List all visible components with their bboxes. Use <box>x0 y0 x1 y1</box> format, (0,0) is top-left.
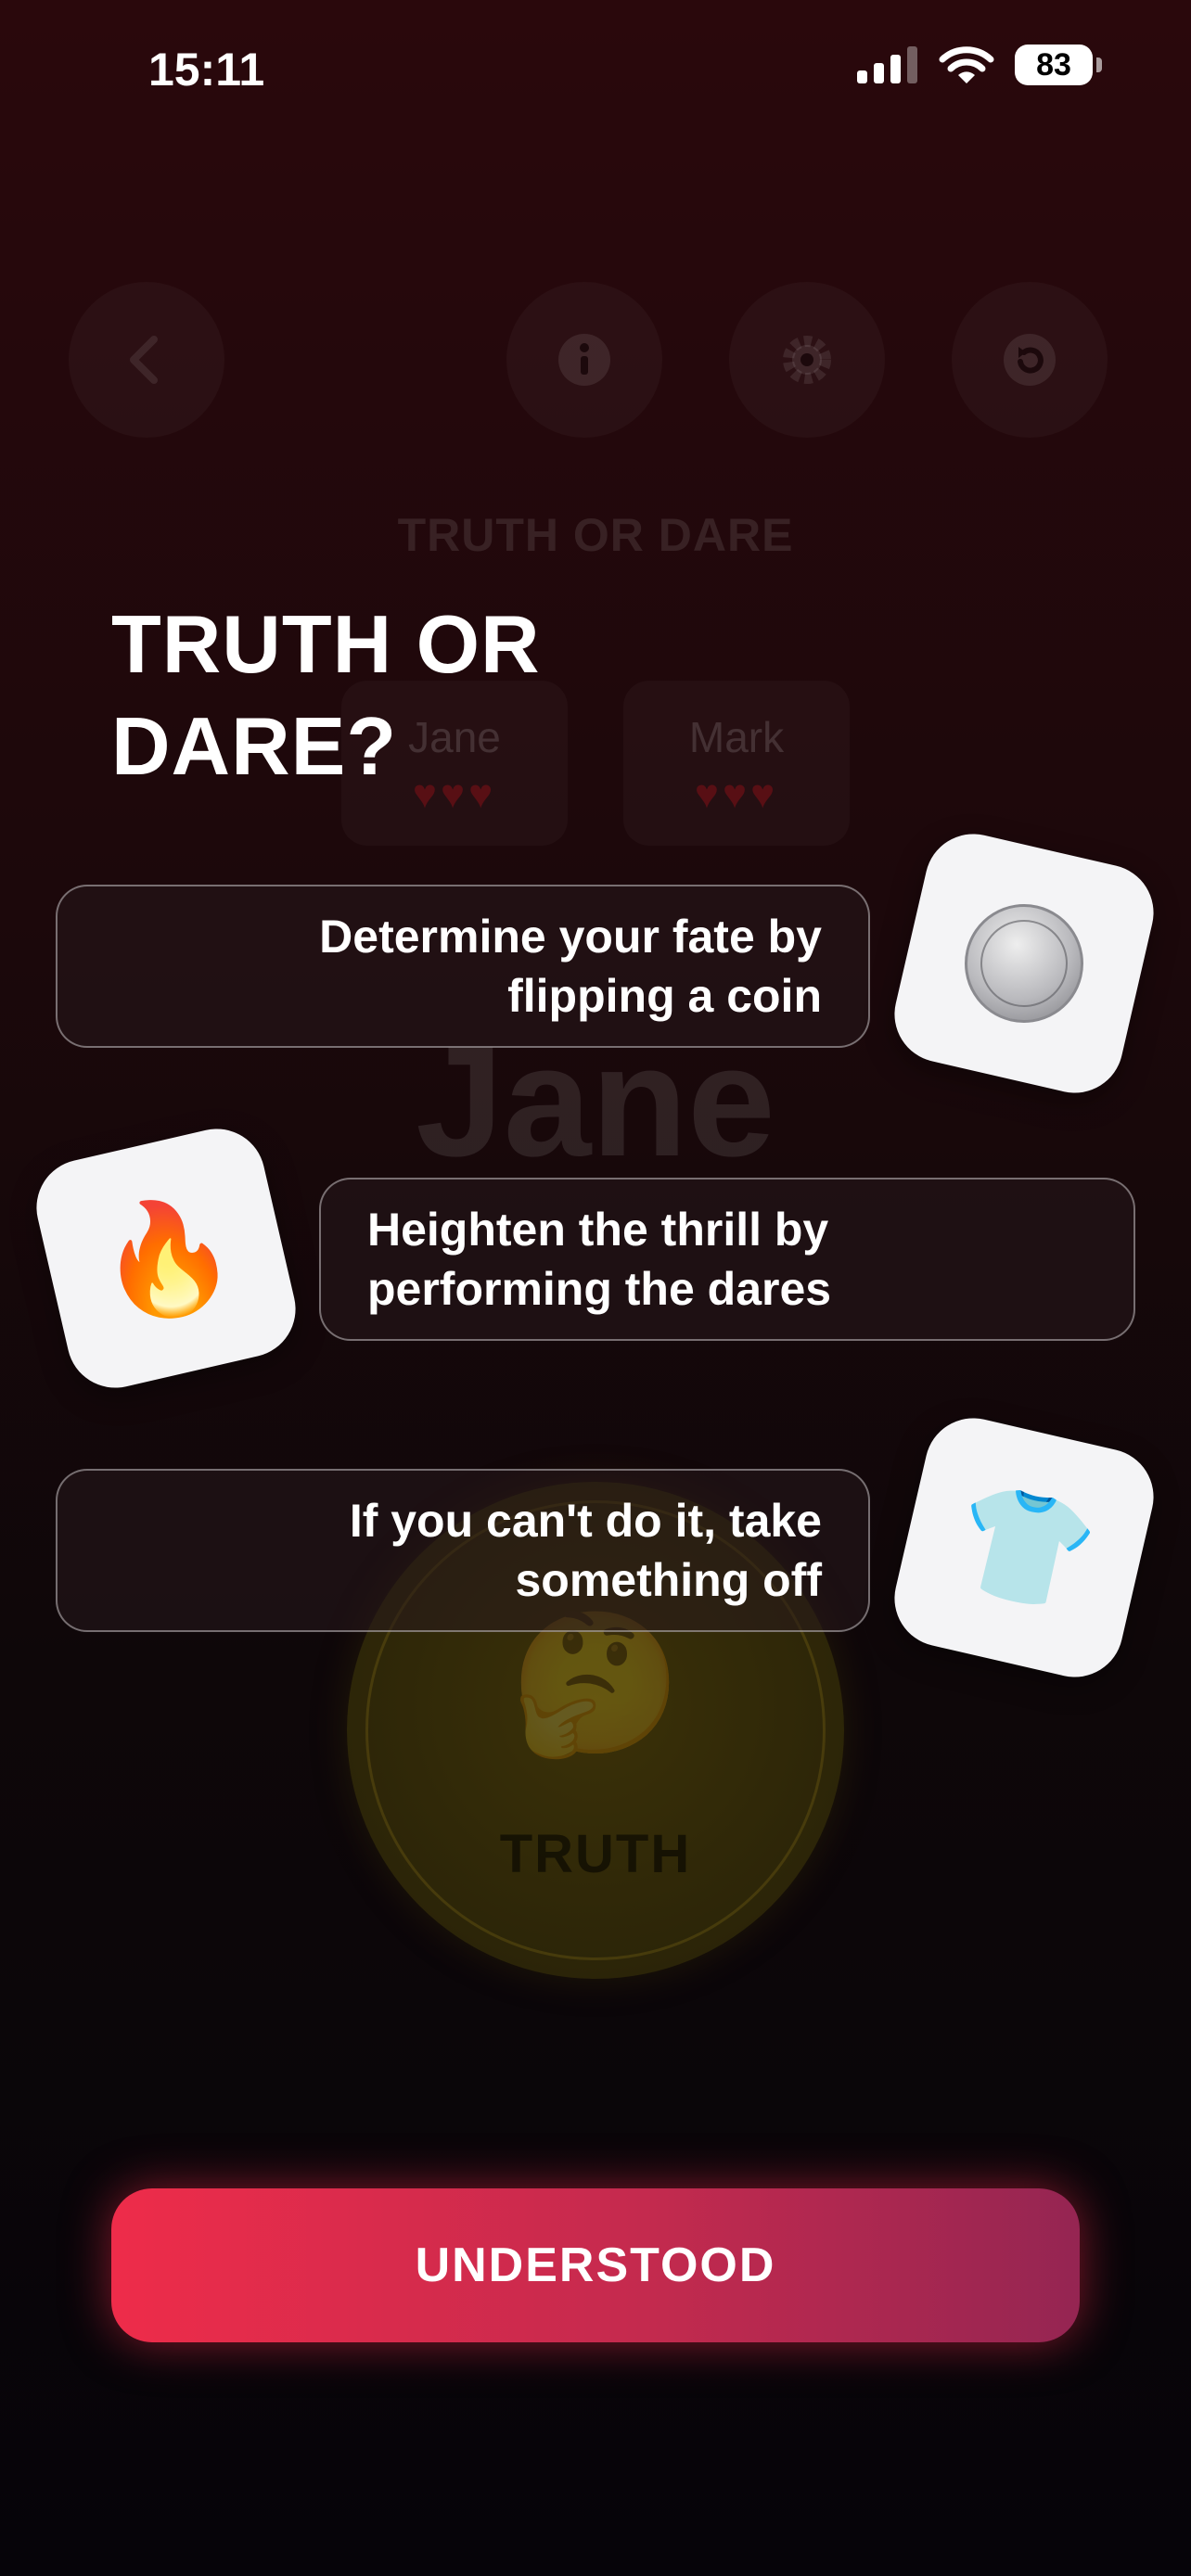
fire-icon: 🔥 <box>84 1181 248 1335</box>
rule-line-1: If you can't do it, take <box>349 1495 822 1547</box>
chevron-left-icon <box>130 336 158 384</box>
battery-icon: 83 <box>1015 45 1093 85</box>
headline-line-2: DARE? <box>111 700 398 792</box>
shirt-icon: 👕 <box>942 1471 1106 1625</box>
rule-card-coin-flip: Determine your fate by flipping a coin <box>56 885 870 1048</box>
headline-line-1: TRUTH OR <box>111 598 541 690</box>
status-time: 15:11 <box>148 44 265 96</box>
battery-level: 83 <box>1036 46 1071 83</box>
coin-icon <box>953 892 1095 1035</box>
coin-label: TRUTH <box>499 1824 692 1884</box>
rule-line-2: something off <box>515 1554 822 1606</box>
status-icons: 83 <box>857 45 1102 85</box>
cellular-signal-icon <box>857 46 917 83</box>
rule-line-1: Heighten the thrill by <box>367 1204 829 1256</box>
rule-text: Heighten the thrill by performing the da… <box>367 1200 831 1319</box>
rule-line-2: flipping a coin <box>507 970 822 1022</box>
overlay-headline: TRUTH OR DARE? <box>111 593 761 797</box>
gear-icon <box>783 336 831 384</box>
rule-text: Determine your fate by flipping a coin <box>319 907 822 1026</box>
restart-icon <box>1004 334 1056 386</box>
info-button <box>506 282 662 438</box>
rule-line-2: performing the dares <box>367 1263 832 1315</box>
wifi-icon <box>939 46 994 83</box>
restart-button <box>952 282 1108 438</box>
rule-text: If you can't do it, take something off <box>350 1491 822 1610</box>
settings-button <box>729 282 885 438</box>
rule-line-1: Determine your fate by <box>319 911 822 963</box>
battery-nub <box>1096 57 1102 72</box>
info-icon <box>558 334 610 386</box>
understood-button[interactable]: UNDERSTOOD <box>111 2188 1080 2342</box>
rule-card-dares: Heighten the thrill by performing the da… <box>319 1178 1135 1341</box>
background-title: TRUTH OR DARE <box>397 509 794 561</box>
rule-card-take-off: If you can't do it, take something off <box>56 1469 870 1632</box>
back-button <box>69 282 224 438</box>
